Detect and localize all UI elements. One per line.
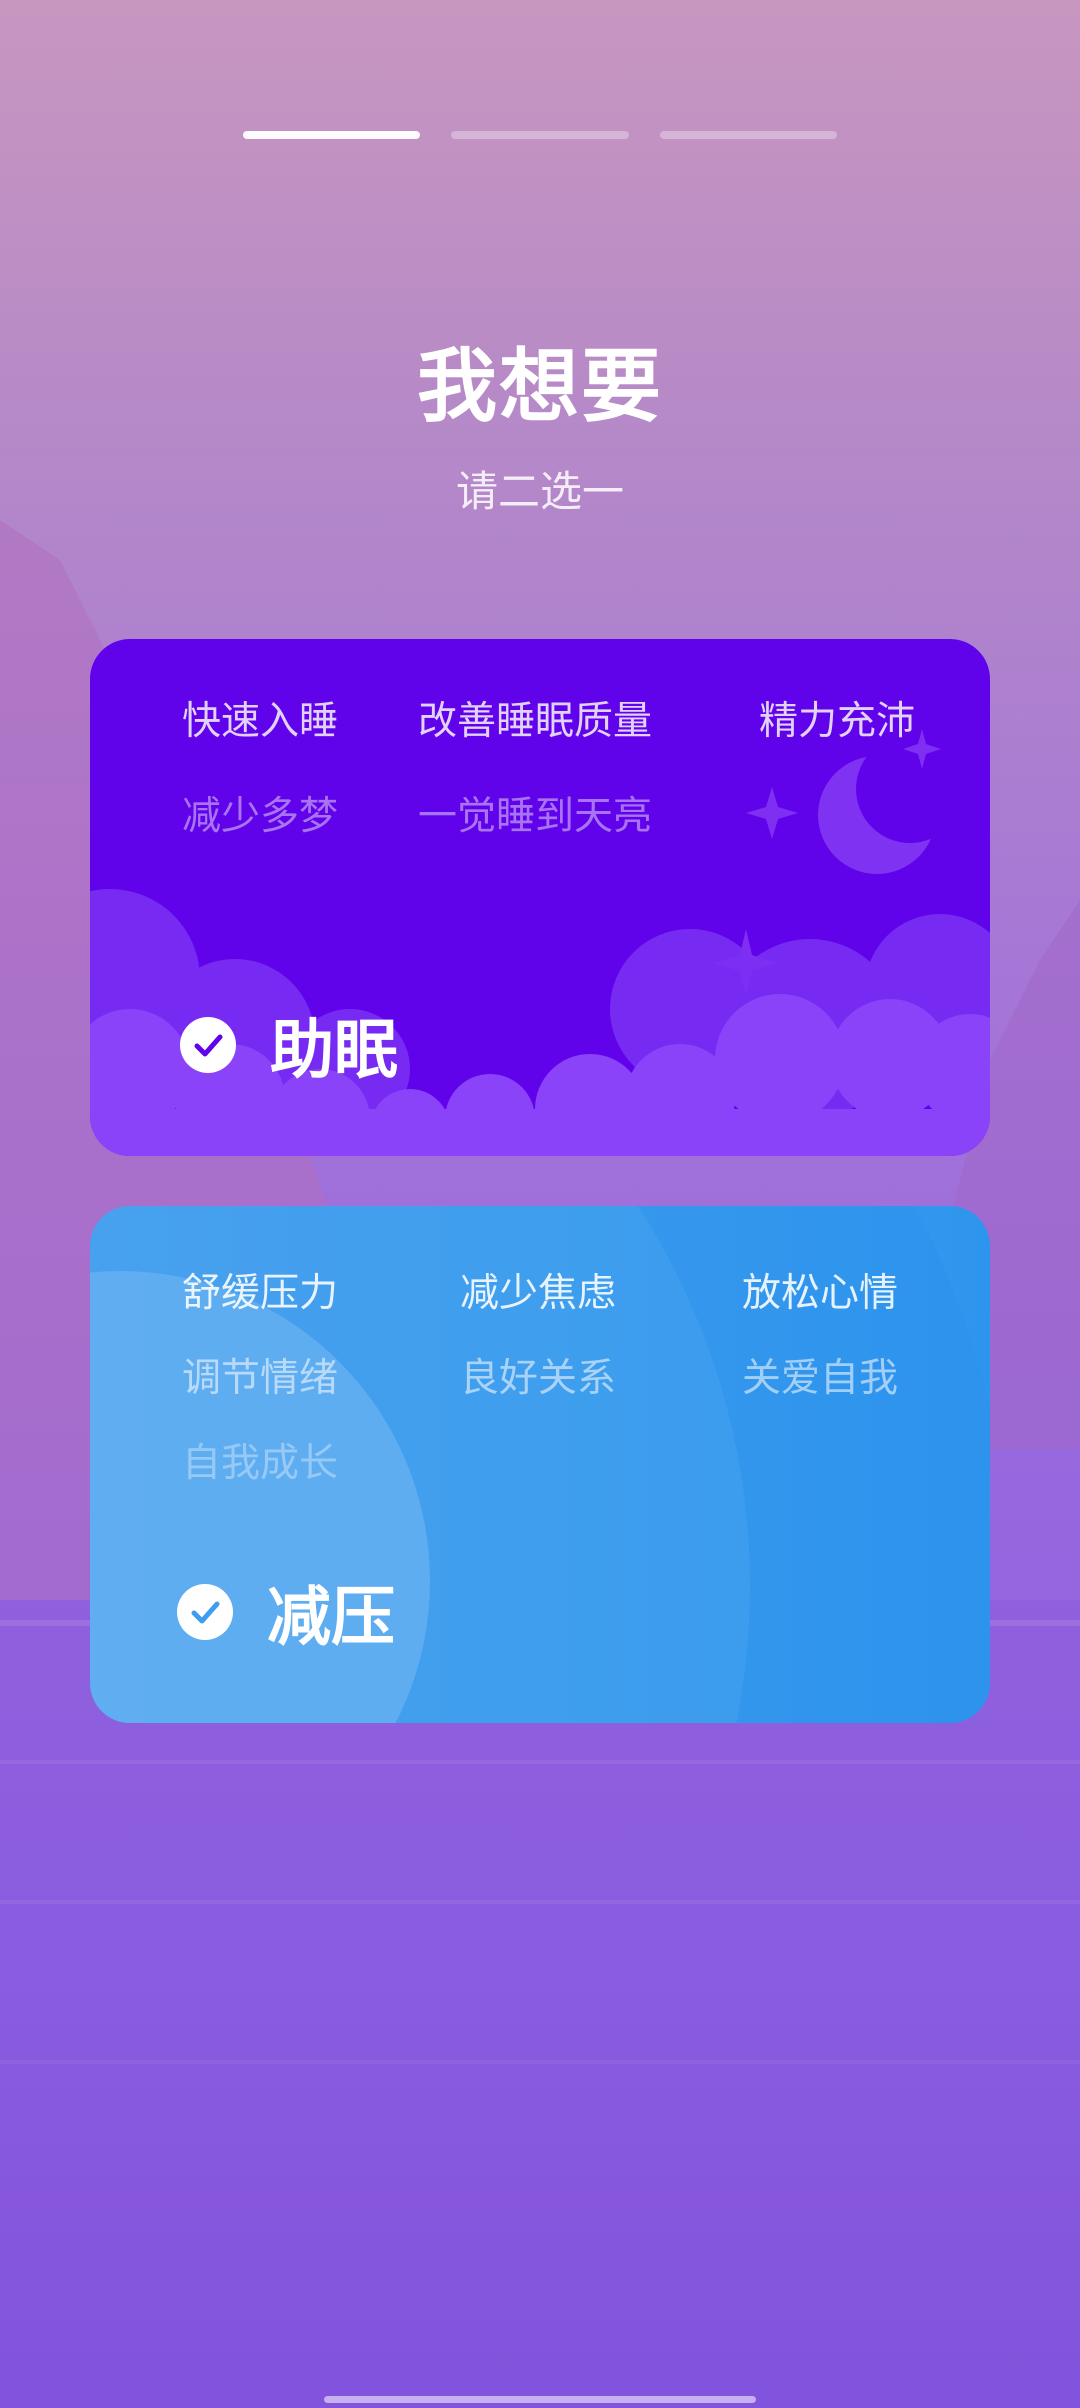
progress-step-3 [659, 131, 837, 139]
tag-stress-2: 减少焦虑 [460, 1271, 617, 1316]
option-label-sleep: 助眠 [180, 999, 398, 1091]
tag-stress-1: 舒缓压力 [182, 1271, 339, 1316]
progress-step-1 [243, 131, 421, 139]
option-title-stress: 减压 [267, 1581, 395, 1655]
tag-stress-3: 放松心情 [742, 1271, 899, 1316]
page-subtitle: 请二选一 [455, 467, 624, 516]
moon-icon [818, 735, 964, 874]
option-card-stress[interactable]: 舒缓压力 减少焦虑 放松心情 调节情绪 良好关系 关爱自我 自我成长 减压 [90, 1206, 990, 1723]
tag-stress-5: 良好关系 [460, 1356, 617, 1401]
page-title: 我想要 [417, 340, 663, 433]
tag-sleep-4: 减少多梦 [182, 794, 339, 839]
option-title-sleep: 助眠 [270, 1014, 398, 1088]
home-indicator[interactable] [324, 2396, 756, 2403]
tag-stress-7: 自我成长 [182, 1441, 339, 1486]
tag-sleep-3: 精力充沛 [759, 699, 916, 744]
tag-stress-6: 关爱自我 [742, 1356, 899, 1401]
option-card-sleep[interactable]: 快速入睡 改善睡眠质量 精力充沛 减少多梦 一觉睡到天亮 助眠 [90, 639, 990, 1156]
progress-step-2 [451, 131, 629, 139]
tag-stress-4: 调节情绪 [182, 1356, 339, 1401]
tag-sleep-2: 改善睡眠质量 [418, 699, 653, 744]
tag-sleep-1: 快速入睡 [182, 699, 339, 744]
check-circle-icon [180, 1017, 236, 1073]
option-label-stress: 减压 [177, 1566, 395, 1658]
check-circle-icon [177, 1584, 233, 1640]
onboarding-progress [243, 131, 837, 140]
tag-sleep-5: 一觉睡到天亮 [418, 794, 653, 839]
